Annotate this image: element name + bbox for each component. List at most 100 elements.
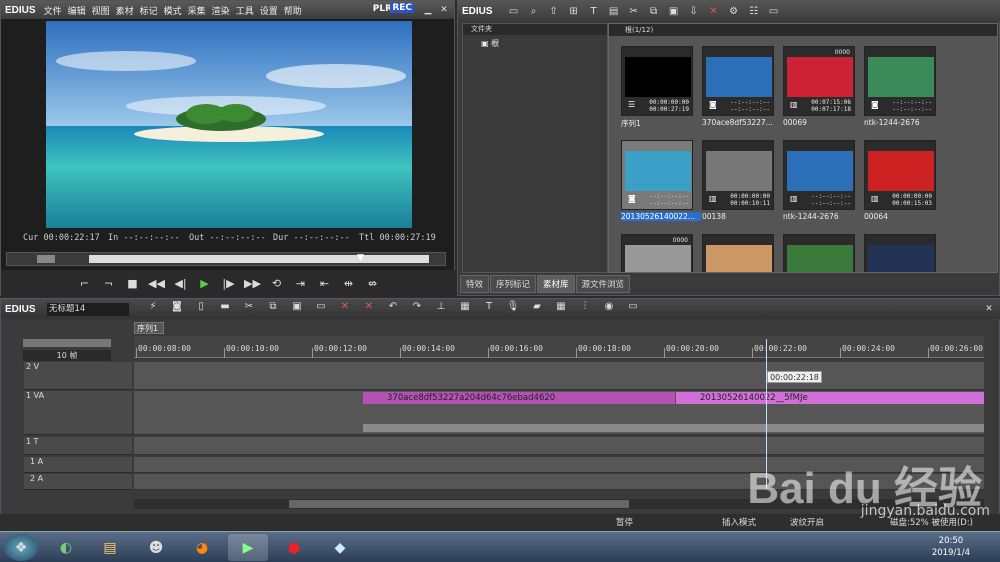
play-icon[interactable]: ▶ xyxy=(196,274,214,292)
menu-view[interactable]: 视图 xyxy=(92,7,110,17)
plr-toggle[interactable]: PLR xyxy=(373,4,392,14)
sequence-name[interactable]: 无标题14 xyxy=(47,303,129,316)
paste-icon[interactable]: ▣ xyxy=(667,6,681,17)
clip-thumbnail[interactable] xyxy=(783,234,855,272)
color-bar-icon[interactable]: ▤ xyxy=(607,6,621,17)
cut-icon[interactable]: ✂ xyxy=(627,6,641,17)
properties-icon[interactable]: ⚙ xyxy=(727,6,741,17)
bin-clip[interactable]: ◙ --:--:--:-- --:--:--:-- ntk-1244-2676 xyxy=(864,46,940,130)
menu-marker[interactable]: 标记 xyxy=(140,7,158,17)
sequence-tab[interactable]: 序列1 xyxy=(134,322,164,334)
app-icon[interactable]: ◆ xyxy=(320,534,360,561)
start-button-icon[interactable]: ❖ xyxy=(4,534,38,561)
step-back-icon[interactable]: ◀| xyxy=(172,274,190,292)
mixer-icon[interactable]: ▦ xyxy=(453,301,477,312)
track-header-v2[interactable]: 2 V xyxy=(24,362,132,390)
zoom-selector[interactable]: 10 帧 xyxy=(23,350,111,361)
bin-clip[interactable]: ◙ --:--:--:-- --:--:--:-- 20130526140022... xyxy=(621,140,701,224)
clip-thumbnail[interactable]: ◙ --:--:--:-- --:--:--:-- xyxy=(621,140,693,210)
title-icon[interactable]: T xyxy=(587,6,601,17)
minimize-icon[interactable]: ▁ xyxy=(422,4,434,16)
add-to-timeline-icon[interactable]: ⇩ xyxy=(687,6,701,17)
redo-icon[interactable]: ↷ xyxy=(405,301,429,312)
clip-thumbnail[interactable]: ◙ --:--:--:-- --:--:--:-- xyxy=(864,46,936,116)
timeline-clip-1[interactable]: 370ace8df53227a204d64c76ebad4620 xyxy=(363,392,675,404)
view-icon[interactable]: ☷ xyxy=(747,6,761,17)
position-bar[interactable] xyxy=(89,255,429,263)
bin-clip[interactable]: ▥ 00:00:00:00 00:00:10:11 00138 xyxy=(702,140,778,224)
bin-clip[interactable] xyxy=(783,234,859,272)
grid-icon[interactable]: ▦ xyxy=(549,301,573,312)
loop-icon[interactable]: ⟲ xyxy=(268,274,286,292)
track-header-va1[interactable]: 1 VA xyxy=(24,391,132,435)
undo-icon[interactable]: ↶ xyxy=(381,301,405,312)
menu-file[interactable]: 文件 xyxy=(44,7,62,17)
menu-clip[interactable]: 素材 xyxy=(116,7,134,17)
clip-thumbnail[interactable]: ◙ --:--:--:-- --:--:--:-- xyxy=(702,46,774,116)
clip-thumbnail[interactable]: ▥ 00:00:00:00 00:00:15:03 xyxy=(864,140,936,210)
menu-render[interactable]: 渲染 xyxy=(212,7,230,17)
recorder-icon[interactable]: ● xyxy=(274,534,314,561)
clip-thumbnail[interactable]: 0000 xyxy=(621,234,693,272)
copy-icon[interactable]: ⧉ xyxy=(647,6,661,17)
edius-taskbar-icon[interactable]: ▶ xyxy=(228,534,268,561)
fast-forward-icon[interactable]: ▶▶ xyxy=(244,274,262,292)
clip-thumbnail[interactable] xyxy=(864,234,936,272)
window-icon[interactable]: ▭ xyxy=(621,301,645,312)
new-icon[interactable]: ▯ xyxy=(189,301,213,312)
add-clip-icon[interactable]: ⊞ xyxy=(567,6,581,17)
trim-icon[interactable]: ⇹ xyxy=(340,274,358,292)
tab-bin[interactable]: 素材库 xyxy=(537,275,575,293)
save-icon[interactable]: ▬ xyxy=(213,301,237,312)
track-header-a2[interactable]: 2 A xyxy=(24,474,132,490)
title-icon-2[interactable]: T xyxy=(477,301,501,312)
render-icon[interactable]: ▰ xyxy=(525,301,549,312)
menu-settings[interactable]: 设置 xyxy=(260,7,278,17)
scrub-bar[interactable]: ▼ xyxy=(6,252,446,266)
folder-icon[interactable]: ▭ xyxy=(507,6,521,17)
tab-sequence-markers[interactable]: 序列标记 xyxy=(490,275,537,293)
menu-capture[interactable]: 采集 xyxy=(188,7,206,17)
vectorscope-icon[interactable]: ◉ xyxy=(597,301,621,312)
copy-icon-2[interactable]: ⧉ xyxy=(261,301,285,312)
time-ruler[interactable]: 00:00:08:00 00:00:10:00 00:00:12:00 00:00:1… xyxy=(134,336,984,358)
menu-help[interactable]: 帮助 xyxy=(284,7,302,17)
root-folder[interactable]: ▣ 根 xyxy=(481,38,499,49)
track-va1[interactable]: 370ace8df53227a204d64c76ebad4620 2013052… xyxy=(134,391,984,435)
overwrite-icon[interactable]: ⇤ xyxy=(316,274,334,292)
paste-icon-2[interactable]: ▣ xyxy=(285,301,309,312)
bin-clip[interactable]: ☰ 00:00:00:00 00:00:27:19 序列1 xyxy=(621,46,697,130)
timeline-close-icon[interactable]: ✕ xyxy=(983,303,995,315)
set-in-icon[interactable]: ⌐ xyxy=(76,274,94,292)
capture-icon[interactable]: ◙ xyxy=(165,301,189,312)
bin-clip[interactable]: ▥ 00:00:00:00 00:00:15:03 00064 xyxy=(864,140,940,224)
delete-icon[interactable]: ✕ xyxy=(707,6,721,17)
bin-clip[interactable]: ▥ --:--:--:-- --:--:--:-- ntk-1244-2676 xyxy=(783,140,859,224)
replace-icon[interactable]: ▭ xyxy=(309,301,333,312)
razor-icon[interactable]: ⊥ xyxy=(429,301,453,312)
levels-icon[interactable]: ⫶ xyxy=(573,301,597,312)
clip-thumbnail[interactable]: ▥ --:--:--:-- --:--:--:-- xyxy=(783,140,855,210)
up-folder-icon[interactable]: ⇧ xyxy=(547,6,561,17)
explorer-icon[interactable]: ▤ xyxy=(90,534,130,561)
close-icon[interactable]: ✕ xyxy=(438,4,450,16)
insert-icon[interactable]: ⇥ xyxy=(292,274,310,292)
scroll-thumb[interactable] xyxy=(289,500,629,508)
mic-icon[interactable]: 🎙 xyxy=(501,301,525,312)
set-out-icon[interactable]: ¬ xyxy=(100,274,118,292)
menu-edit[interactable]: 编辑 xyxy=(68,7,86,17)
rewind-icon[interactable]: ◀◀ xyxy=(148,274,166,292)
track-v2[interactable] xyxy=(134,362,984,390)
split-icon[interactable]: ⇎ xyxy=(364,274,382,292)
bin-clip[interactable] xyxy=(864,234,940,272)
stop-icon[interactable]: ■ xyxy=(124,274,142,292)
layout-icon[interactable]: ▭ xyxy=(767,6,781,17)
tab-source-browser[interactable]: 源文件浏览 xyxy=(575,275,631,293)
clip-thumbnail[interactable]: ☰ 00:00:00:00 00:00:27:19 xyxy=(621,46,693,116)
bin-clip[interactable]: 0000 ▥ 00:07:15:06 00:07:17:18 00069 xyxy=(783,46,859,130)
tab-effects[interactable]: 特效 xyxy=(460,275,490,293)
clip-thumbnail[interactable]: 0000 ▥ 00:07:15:06 00:07:17:18 xyxy=(783,46,855,116)
bin-clip[interactable]: 0000 xyxy=(621,234,697,272)
timeline-clip-2[interactable]: 20130526140022__5fMJe xyxy=(676,392,984,404)
bin-clip[interactable]: ◙ --:--:--:-- --:--:--:-- 370ace8df53227... xyxy=(702,46,778,130)
